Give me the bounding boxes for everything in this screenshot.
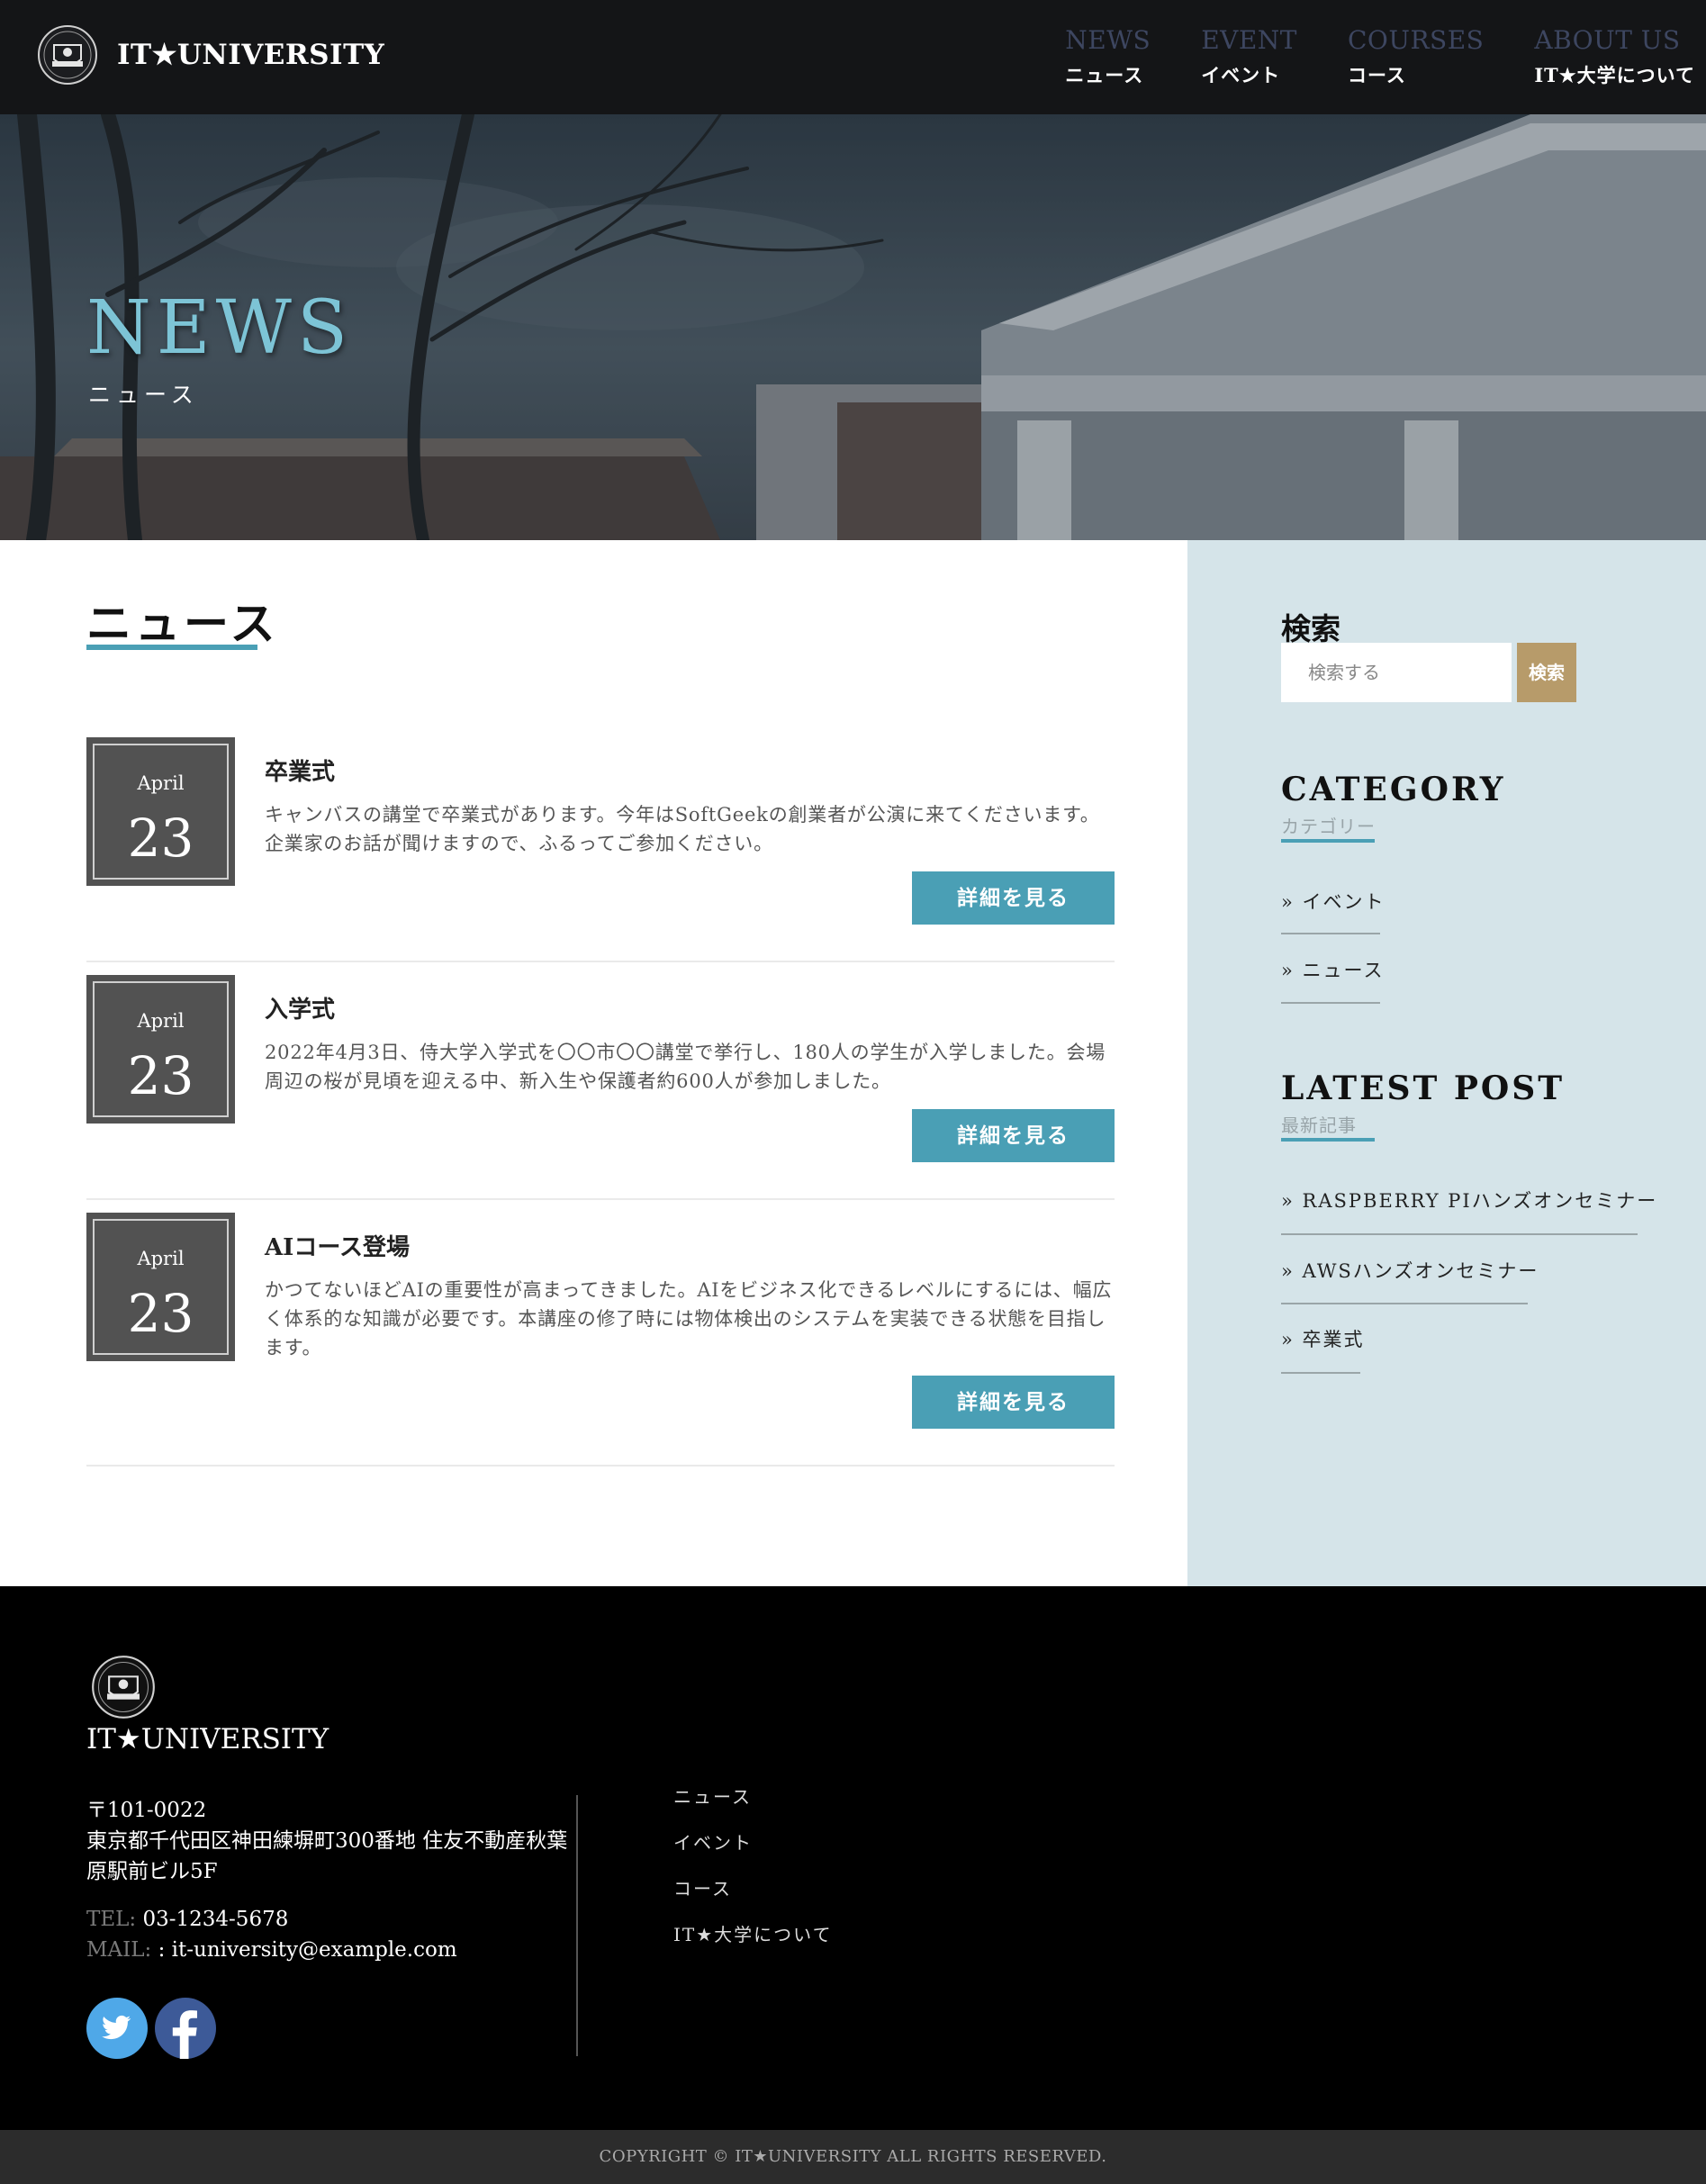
divider	[1281, 933, 1380, 934]
category-underline	[1281, 839, 1375, 843]
date-day: 23	[127, 808, 194, 869]
nav-item-about[interactable]: ABOUT US IT★大学について	[1534, 25, 1695, 88]
latest-post-link[interactable]: » 卒業式	[1281, 1325, 1365, 1352]
nav-label-en: NEWS	[1065, 25, 1151, 55]
date-day: 23	[127, 1045, 194, 1106]
post-excerpt: キャンバスの講堂で卒業式があります。今年はSoftGeekの創業者が公演に来てく…	[265, 804, 1100, 854]
nav-label-ja: IT★大学について	[1534, 64, 1695, 86]
nav-label-ja: イベント	[1201, 64, 1281, 86]
category-link-news[interactable]: » ニュース	[1281, 956, 1384, 983]
footer-address: 〒101-0022 東京都千代田区神田練塀町300番地 住友不動産秋葉原駅前ビル…	[86, 1795, 577, 1887]
read-more-button[interactable]: 詳細を見る	[912, 871, 1115, 925]
search-input[interactable]	[1281, 643, 1512, 702]
nav-label-ja: コース	[1347, 64, 1406, 86]
latest-post-heading: LATEST POST	[1281, 1069, 1566, 1107]
search-heading: 検索	[1281, 611, 1340, 646]
latest-post-link[interactable]: » AWSハンズオンセミナー	[1281, 1257, 1539, 1284]
news-post: April 23 AIコース登場 かつてないほどAIの重要性が高まってきました。…	[86, 1213, 1115, 1467]
site-header: IT★UNIVERSITY NEWS ニュース EVENT イベント COURS…	[0, 0, 1706, 114]
news-post: April 23 入学式 2022年4月3日、侍大学入学式を〇〇市〇〇講堂で挙行…	[86, 975, 1115, 1200]
date-month: April	[137, 772, 185, 794]
nav-label-ja: ニュース	[1065, 64, 1144, 86]
nav-item-event[interactable]: EVENT イベント	[1201, 25, 1297, 88]
page-title: ニュース	[86, 597, 279, 650]
news-post: April 23 卒業式 キャンバスの講堂で卒業式があります。今年はSoftGe…	[86, 737, 1115, 962]
university-emblem-icon	[38, 25, 97, 85]
footer-link-courses[interactable]: コース	[673, 1874, 833, 1900]
post-title[interactable]: 入学式	[265, 991, 335, 1024]
post-title[interactable]: 卒業式	[265, 754, 335, 787]
sidebar: 検索 検索 CATEGORY カテゴリー » イベント » ニュース LATES…	[1187, 540, 1706, 1586]
date-badge: April 23	[86, 737, 235, 886]
university-emblem-icon[interactable]	[90, 1654, 157, 1720]
latest-post-underline	[1281, 1138, 1375, 1142]
mail-row: MAIL: : it-university@example.com	[86, 1935, 457, 1965]
site-logo[interactable]: IT★UNIVERSITY	[36, 23, 384, 86]
footer-nav: ニュース イベント コース IT★大学について	[673, 1782, 833, 1966]
search-button[interactable]: 検索	[1517, 643, 1576, 702]
read-more-button[interactable]: 詳細を見る	[912, 1109, 1115, 1162]
footer-link-about[interactable]: IT★大学について	[673, 1920, 833, 1946]
hero-subtitle: ニュース	[88, 382, 199, 408]
mail-label: MAIL:	[86, 1938, 152, 1962]
global-nav: NEWS ニュース EVENT イベント COURSES コース ABOUT U…	[1015, 25, 1695, 88]
hero-title: NEWS	[86, 285, 354, 371]
post-excerpt: 2022年4月3日、侍大学入学式を〇〇市〇〇講堂で挙行し、180人の学生が入学し…	[265, 1042, 1106, 1092]
date-day: 23	[127, 1283, 194, 1344]
mail-value[interactable]: : it-university@example.com	[158, 1938, 457, 1962]
date-month: April	[137, 1248, 185, 1269]
tel-value[interactable]: 03-1234-5678	[142, 1908, 288, 1931]
read-more-button[interactable]: 詳細を見る	[912, 1376, 1115, 1429]
copyright: COPYRIGHT © IT★UNIVERSITY ALL RIGHTS RES…	[0, 2130, 1706, 2184]
category-heading: CATEGORY	[1281, 771, 1506, 808]
divider	[1281, 1233, 1638, 1235]
post-excerpt: かつてないほどAIの重要性が高まってきました。AIをビジネス化できるレベルにする…	[265, 1279, 1113, 1358]
facebook-icon[interactable]	[155, 1998, 216, 2059]
nav-label-en: ABOUT US	[1534, 25, 1681, 55]
twitter-icon[interactable]	[86, 1998, 148, 2059]
nav-item-courses[interactable]: COURSES コース	[1348, 25, 1484, 88]
footer-divider	[576, 1795, 578, 2056]
footer-link-event[interactable]: イベント	[673, 1828, 833, 1855]
latest-post-subheading: 最新記事	[1281, 1115, 1357, 1136]
post-title[interactable]: AIコース登場	[265, 1229, 410, 1262]
nav-label-en: EVENT	[1201, 25, 1297, 55]
postal-code: 〒101-0022	[86, 1799, 207, 1822]
date-badge: April 23	[86, 975, 235, 1124]
nav-item-news[interactable]: NEWS ニュース	[1065, 25, 1151, 88]
street-address: 東京都千代田区神田練塀町300番地 住友不動産秋葉原駅前ビル5F	[86, 1829, 568, 1883]
divider	[1281, 1372, 1360, 1374]
footer-contact: TEL: 03-1234-5678 MAIL: : it-university@…	[86, 1904, 457, 1965]
footer-site-name: IT★UNIVERSITY	[86, 1723, 329, 1755]
date-month: April	[137, 1010, 185, 1032]
tel-row: TEL: 03-1234-5678	[86, 1904, 457, 1935]
category-link-event[interactable]: » イベント	[1281, 888, 1386, 915]
page-title-underline	[86, 645, 257, 650]
tel-label: TEL:	[86, 1908, 137, 1931]
category-subheading: カテゴリー	[1281, 816, 1376, 837]
divider	[1281, 1303, 1528, 1304]
footer-link-news[interactable]: ニュース	[673, 1782, 833, 1809]
divider	[1281, 1002, 1380, 1004]
site-footer: IT★UNIVERSITY 〒101-0022 東京都千代田区神田練塀町300番…	[0, 1586, 1706, 2130]
date-badge: April 23	[86, 1213, 235, 1361]
hero-banner: NEWS ニュース	[0, 114, 1706, 540]
logo-text: IT★UNIVERSITY	[117, 39, 385, 71]
latest-post-link[interactable]: » RASPBERRY PIハンズオンセミナー	[1281, 1187, 1657, 1214]
nav-label-en: COURSES	[1347, 25, 1485, 55]
